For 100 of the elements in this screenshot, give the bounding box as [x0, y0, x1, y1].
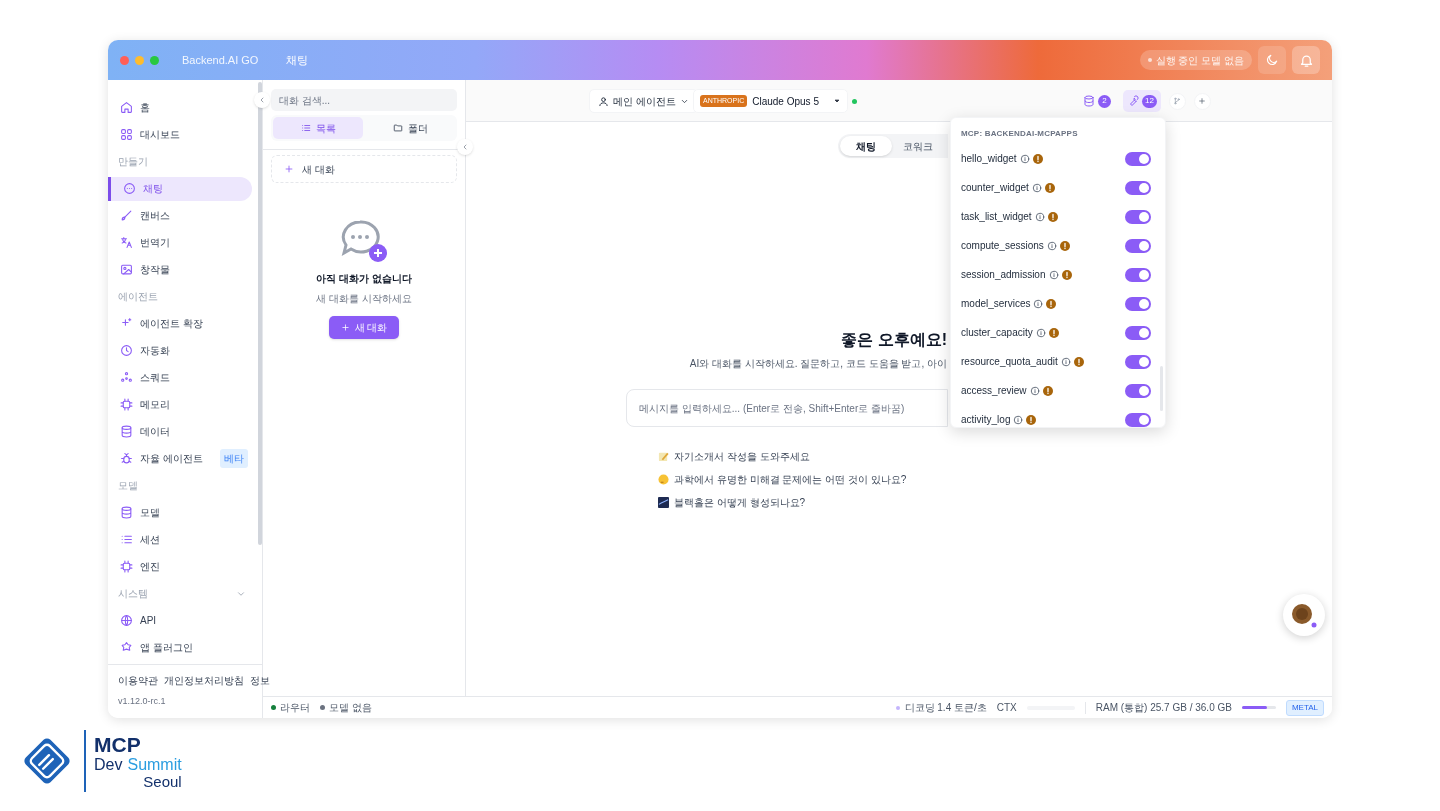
tool-name: hello_widget [961, 152, 1017, 166]
sidebar-item[interactable]: 번역기 [108, 230, 252, 255]
warning-icon [1059, 240, 1070, 251]
toggle-switch[interactable] [1125, 209, 1151, 224]
sidebar-item[interactable]: 대시보드 [108, 122, 252, 147]
suggestion-link[interactable]: 과학에서 유명한 미해결 문제에는 어떤 것이 있나요? [674, 472, 907, 487]
bell-icon [1298, 52, 1314, 68]
logo-text: Dev [94, 756, 123, 773]
notepad-icon [658, 451, 669, 462]
tool-name: compute_sessions [961, 239, 1044, 253]
chip-icon [120, 560, 133, 573]
footer-link[interactable]: 정보 [250, 672, 270, 688]
toggle-switch[interactable] [1125, 180, 1151, 195]
caret-down-icon [833, 97, 841, 105]
toggle-switch[interactable] [1125, 383, 1151, 398]
coffee-button[interactable] [1283, 594, 1325, 636]
info-icon [1033, 298, 1044, 309]
toggle-switch[interactable] [1125, 354, 1151, 369]
info-icon [1048, 269, 1059, 280]
toggle-switch[interactable] [1125, 238, 1151, 253]
toggle-switch[interactable] [1125, 412, 1151, 427]
chevron-left-icon [258, 96, 266, 104]
sidebar-item[interactable]: 앱 플러그인 [108, 635, 252, 660]
sidebar-item[interactable]: 스쿼드 [108, 365, 252, 390]
tools-button[interactable]: 2 [1079, 90, 1115, 112]
model-name: Claude Opus 5 [752, 94, 819, 109]
tool-name: session_admission [961, 268, 1046, 282]
info-icon [1029, 385, 1040, 396]
logo-text: Summit [127, 756, 182, 773]
tool-name: counter_widget [961, 181, 1029, 195]
bug-icon [120, 452, 133, 465]
section-heading: 에이전트 [118, 290, 158, 304]
grid-icon [120, 128, 133, 141]
mode-tab[interactable]: 채팅 [840, 136, 892, 156]
sidebar-item[interactable]: API [108, 608, 252, 633]
tools-button[interactable]: 12 [1123, 90, 1161, 112]
view-tab[interactable]: 폴더 [365, 117, 455, 139]
new-chat-button[interactable]: 새 대화 [271, 155, 457, 183]
empty-state-subtitle: 새 대화를 시작하세요 [316, 292, 412, 306]
mode-tab[interactable]: 코워크 [892, 136, 944, 156]
footer-link[interactable]: 이용약관 [118, 672, 158, 688]
sidebar-item[interactable]: 에이전트 확장 [108, 311, 252, 336]
galaxy-icon [658, 497, 669, 508]
sidebar-item[interactable]: 메모리 [108, 392, 252, 417]
sidebar-item[interactable]: 모델 [108, 500, 252, 525]
chat-bubble-icon [123, 182, 136, 195]
scrollbar[interactable] [258, 82, 262, 545]
warning-icon [1032, 153, 1043, 164]
ram-usage: RAM (통합) 25.7 GB / 36.0 GB [1095, 701, 1232, 715]
info-icon [1046, 240, 1057, 251]
sidebar-item[interactable]: 엔진 [108, 554, 252, 579]
warning-icon [1048, 327, 1059, 338]
moon-icon [1265, 53, 1279, 67]
suggestion-link[interactable]: 자기소개서 작성을 도와주세요 [674, 449, 810, 464]
message-field[interactable]: 메시지를 입력하세요... (Enter로 전송, Shift+Enter로 줄바꿈) [626, 389, 948, 427]
toggle-switch[interactable] [1125, 267, 1151, 282]
sidebar-item[interactable]: 세션 [108, 527, 252, 552]
plus-icon [340, 323, 350, 332]
sidebar-item[interactable]: 데이터 [108, 419, 252, 444]
new-chat-button[interactable]: 새 대화 [328, 316, 400, 339]
image-icon [120, 263, 133, 276]
warning-icon [1046, 298, 1057, 309]
beta-badge: 베타 [220, 449, 248, 468]
tool-name: resource_quota_audit [961, 355, 1058, 369]
sidebar-item[interactable]: 캔버스 [108, 203, 252, 228]
toggle-switch[interactable] [1125, 296, 1151, 311]
sidebar-item[interactable]: 채팅 [108, 176, 252, 201]
section-heading: 모델 [118, 479, 138, 493]
branch-icon [1173, 97, 1182, 105]
clock-icon [120, 344, 133, 357]
tool-name: activity_log [961, 413, 1011, 427]
info-icon [1013, 414, 1024, 425]
info-icon [1031, 182, 1042, 193]
version-label: v1.12.0-rc.1 [118, 694, 167, 708]
menu-heading: MCP: BACKENDAI-MCPAPPS [961, 128, 1079, 140]
footer-link[interactable]: 개인정보처리방침 [164, 672, 244, 688]
sidebar-item[interactable]: 자율 에이전트 베타 [108, 446, 252, 471]
view-tab[interactable]: 목록 [273, 117, 363, 139]
database-icon [120, 425, 133, 438]
status-label: 모델 없음 [329, 701, 372, 715]
wrench-icon [1127, 95, 1139, 107]
toggle-switch[interactable] [1125, 151, 1151, 166]
tool-name: cluster_capacity [961, 326, 1033, 340]
chat-bubble-plus-icon [340, 219, 388, 263]
info-icon [1035, 327, 1046, 338]
sidebar-item[interactable]: 자동화 [108, 338, 252, 363]
dots-icon [120, 371, 133, 384]
logo-title: MCP [94, 733, 142, 755]
toggle-switch[interactable] [1125, 325, 1151, 340]
sidebar-item[interactable]: 홈 [108, 95, 252, 120]
sidebar-item[interactable]: 창작물 [108, 257, 252, 282]
search-field[interactable]: 대화 검색... [271, 89, 457, 111]
tool-name: task_list_widget [961, 210, 1032, 224]
coffee-icon [1290, 601, 1318, 629]
warning-icon [1042, 385, 1053, 396]
section-heading: 시스템 [118, 587, 148, 601]
globe-icon [120, 614, 133, 627]
warning-icon [1026, 414, 1037, 425]
suggestion-link[interactable]: 블랙홀은 어떻게 형성되나요? [674, 495, 806, 510]
database-icon [120, 506, 133, 519]
